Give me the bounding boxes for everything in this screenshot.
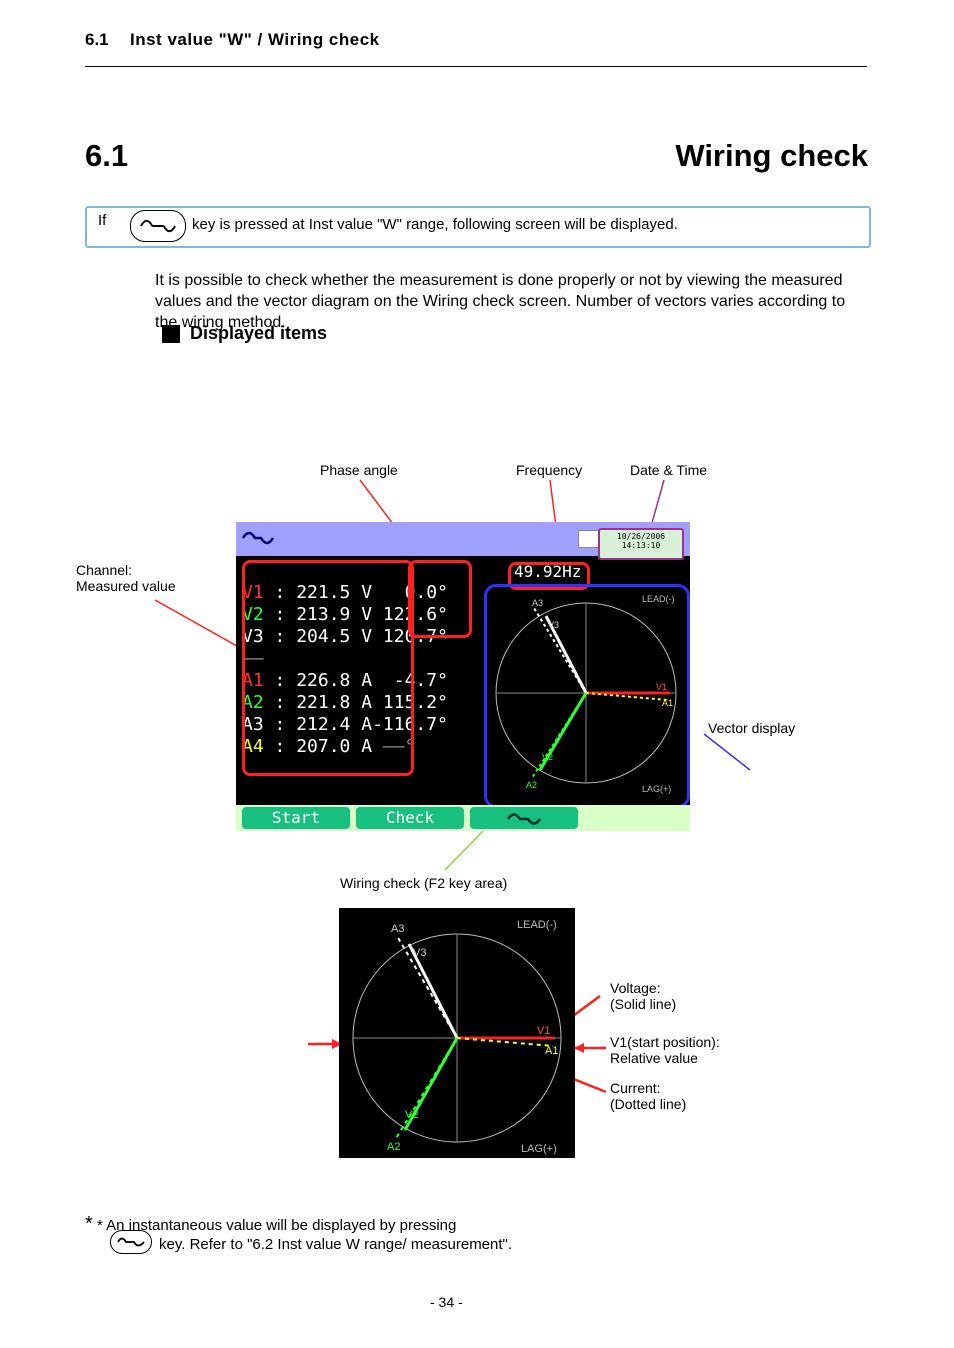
callout-datetime: Date & Time xyxy=(630,462,707,478)
bottom-note: * * An instantaneous value will be displ… xyxy=(85,1213,867,1253)
svg-text:LEAD(-): LEAD(-) xyxy=(642,594,675,604)
svg-text:V2: V2 xyxy=(405,1109,418,1121)
section-number: 6.1 xyxy=(85,138,128,174)
svg-text:A3: A3 xyxy=(391,923,404,935)
svg-text:LEAD(-): LEAD(-) xyxy=(517,919,557,931)
highlight-phases xyxy=(408,560,472,638)
label-current: Current: (Dotted line) xyxy=(610,1080,686,1112)
keybox-rest: key is pressed at Inst value "W" range, … xyxy=(192,216,678,233)
lcd-datetime: 10/26/2006 14:13:10 xyxy=(598,528,684,560)
callout-frequency: Frequency xyxy=(516,462,582,478)
square-bullet-icon xyxy=(162,325,180,343)
svg-text:A2: A2 xyxy=(387,1141,400,1153)
lcd-time: 14:13:10 xyxy=(622,541,661,550)
svg-text:A1: A1 xyxy=(545,1045,558,1057)
callout-vector: Vector display xyxy=(708,720,795,736)
subheading-displayed-items: Displayed items xyxy=(190,323,327,344)
svg-text:V3: V3 xyxy=(548,620,559,630)
page-footer: - 34 - xyxy=(430,1294,463,1310)
vector-figure-2: LEAD(-) LAG(+) A3 V3 V1 A1 V2 A2 xyxy=(339,908,575,1158)
svg-text:A1: A1 xyxy=(662,698,673,708)
lcd-titlebar: 10/26/2006 14:13:10 xyxy=(236,522,690,556)
svg-text:V1: V1 xyxy=(537,1025,550,1037)
label-start: V1(start position): Relative value xyxy=(610,1034,720,1066)
highlight-values xyxy=(242,560,414,776)
svg-text:V2: V2 xyxy=(542,752,553,762)
label-voltage: Voltage: (Solid line) xyxy=(610,980,676,1012)
lcd-screen: 10/26/2006 14:13:10 V1 : 221.5 V 0.0° V2… xyxy=(236,522,690,831)
page-number: 6.1 xyxy=(85,30,109,50)
fnkey-check[interactable]: Check xyxy=(356,807,464,829)
header-rule xyxy=(85,66,867,67)
svg-text:LAG(+): LAG(+) xyxy=(521,1143,557,1155)
keybox-prefix: If xyxy=(98,212,106,229)
page-title: Inst value "W" / Wiring check xyxy=(130,30,380,50)
lcd-date: 10/26/2006 xyxy=(617,532,665,541)
svg-text:A3: A3 xyxy=(532,598,543,608)
callout-phase-angle: Phase angle xyxy=(320,462,398,478)
lcd-wave-icon xyxy=(240,526,276,550)
callout-channel: Channel:Measured value xyxy=(76,562,176,594)
svg-text:A2: A2 xyxy=(526,780,537,790)
section-title: Wiring check xyxy=(675,138,868,174)
fnkey-start[interactable]: Start xyxy=(242,807,350,829)
fnkey-wave[interactable] xyxy=(470,807,578,829)
wave-key-icon-2 xyxy=(110,1230,152,1254)
wave-key-icon xyxy=(130,210,186,242)
callout-wiring-check: Wiring check (F2 key area) xyxy=(340,875,507,891)
svg-text:LAG(+): LAG(+) xyxy=(642,784,671,794)
lcd-frequency: 49.92Hz xyxy=(514,562,581,581)
lcd-vector-diagram: LEAD(-) LAG(+) A3 V3 V1 A1 V2 A2 xyxy=(492,588,680,798)
memory-icon xyxy=(578,530,600,548)
svg-text:V3: V3 xyxy=(413,947,426,959)
svg-text:V1: V1 xyxy=(656,682,667,692)
